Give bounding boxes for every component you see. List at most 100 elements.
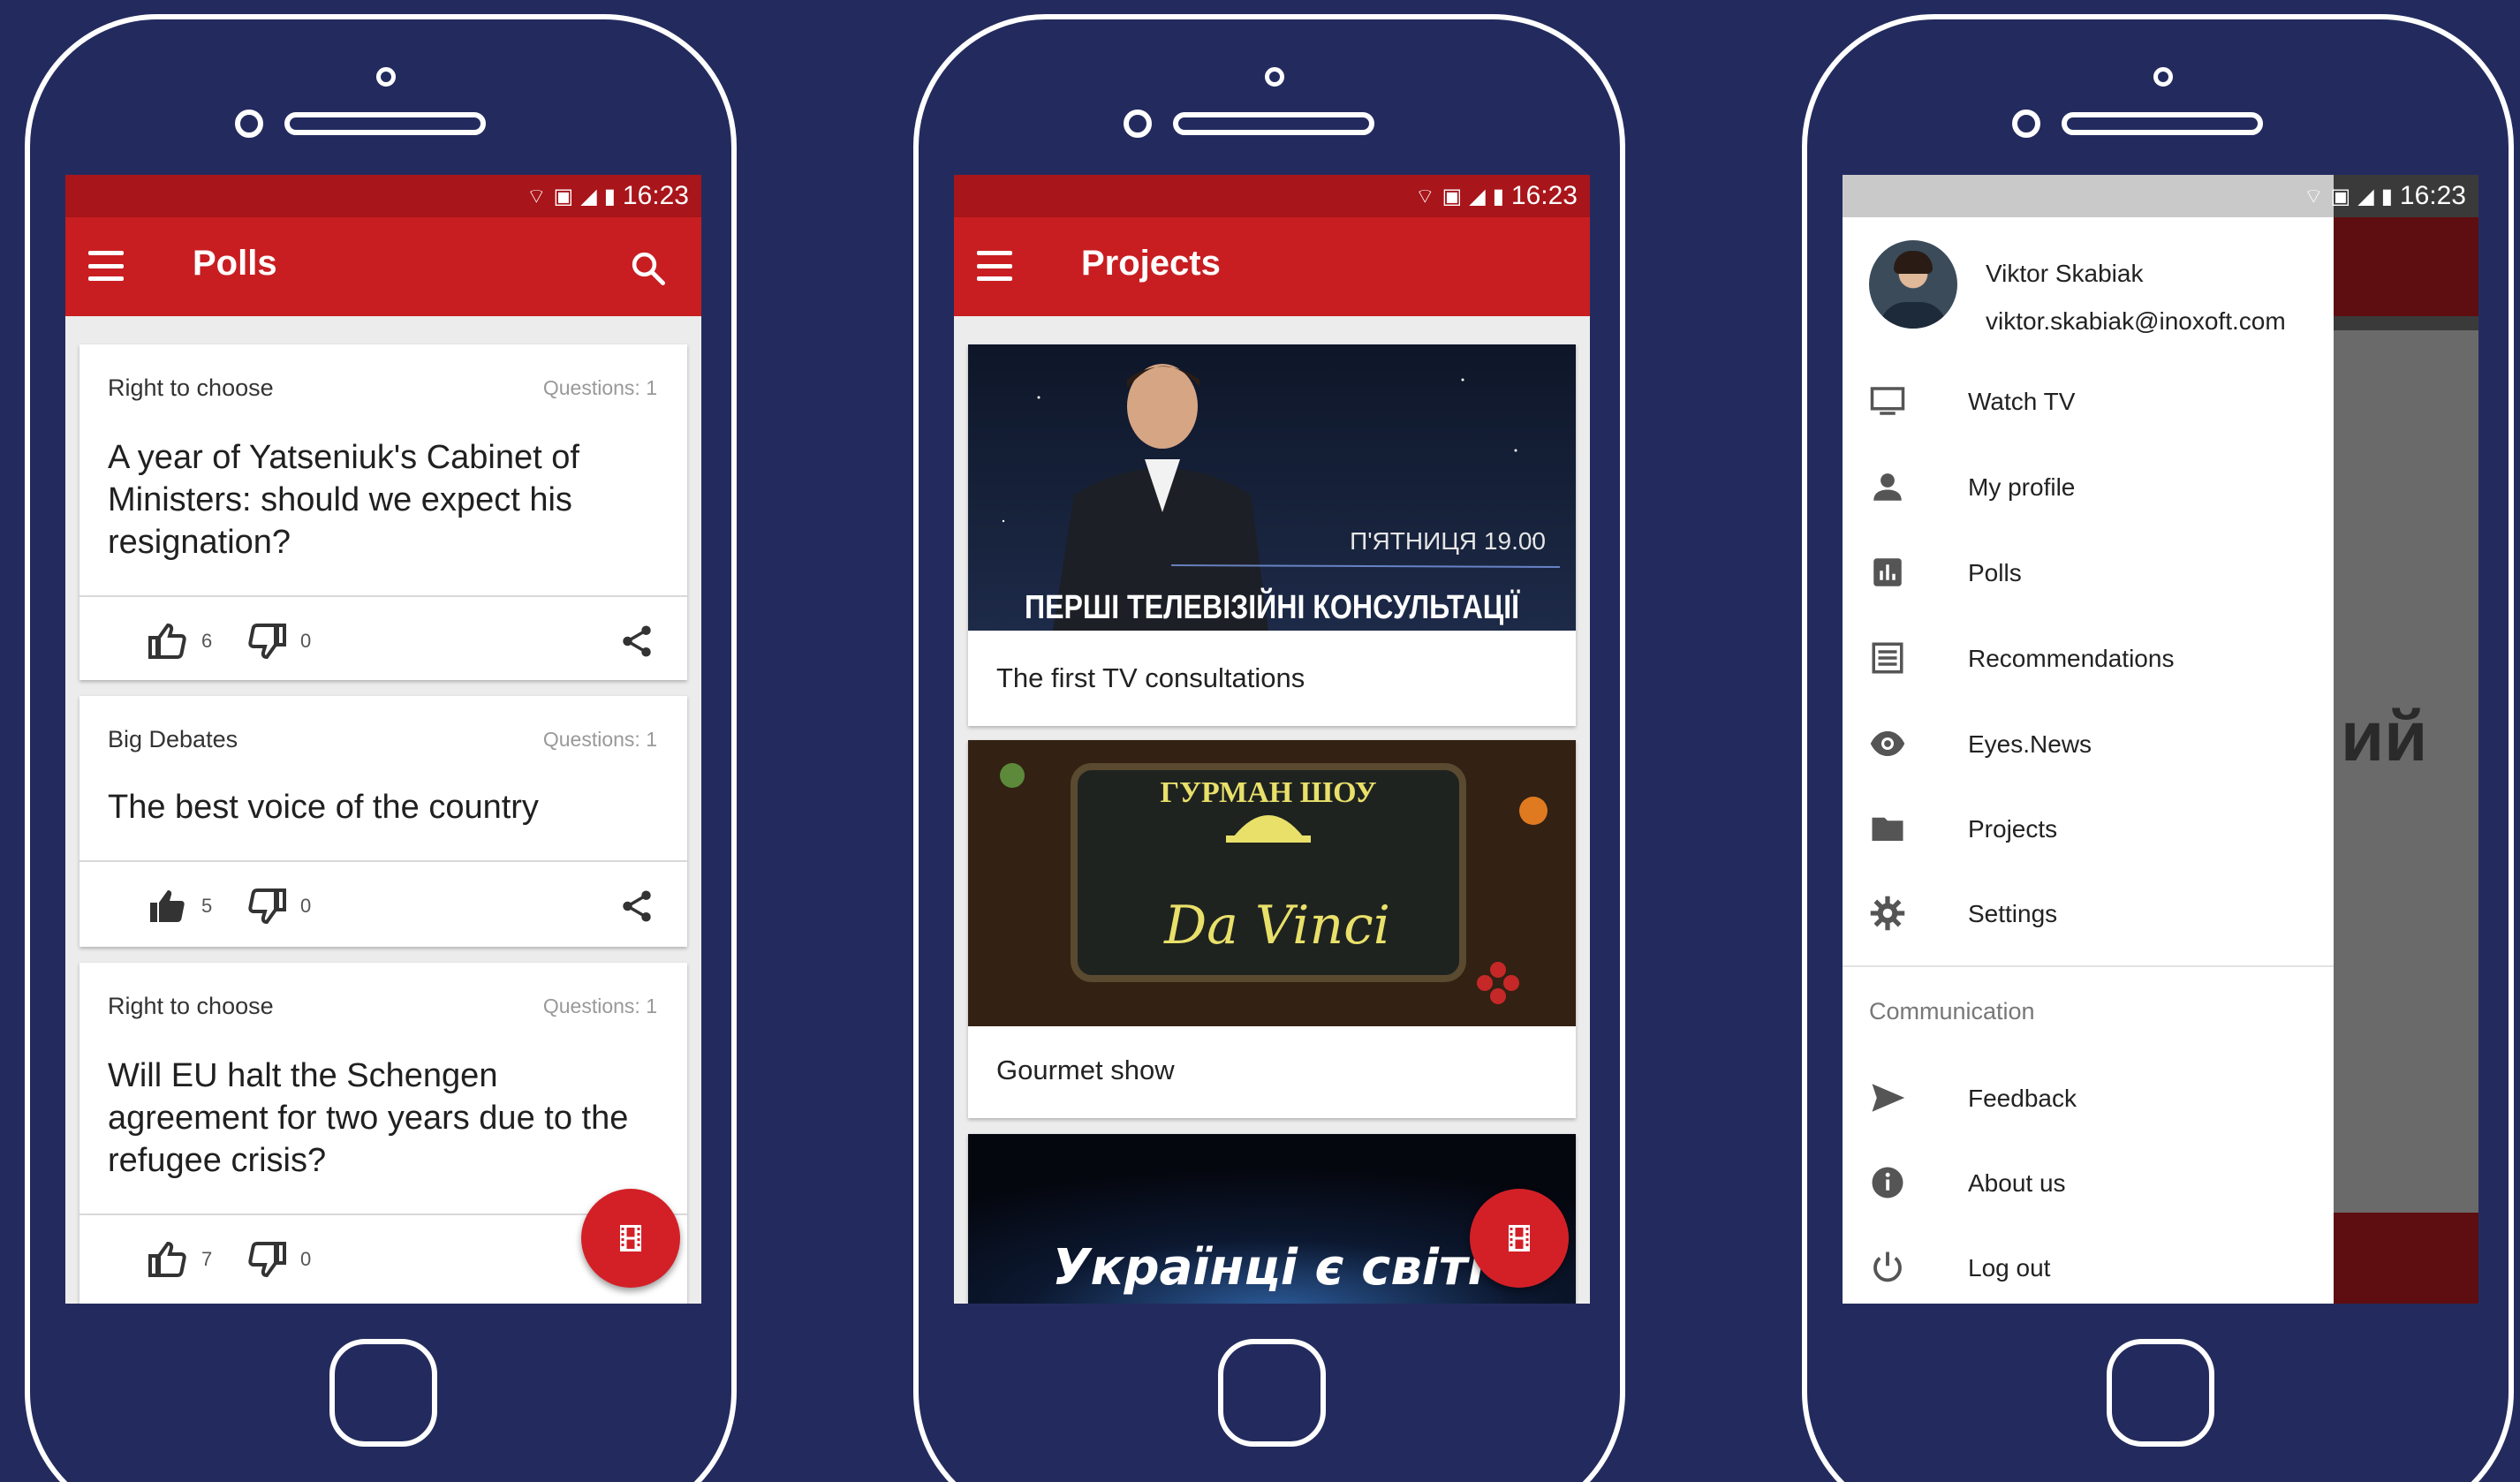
drawer-item-label: About us [1968,1169,2066,1197]
status-bar: ⌔ ▣ ◢ ▮ 16:23 [65,175,701,217]
poll-question: Will EU halt the Schengen agreement for … [108,1057,629,1179]
drawer-screen: ий Viktor Skabiak viktor.skabiak@inoxoft… [1843,175,2478,1304]
status-bar: ⌔ ▣ ◢ ▮ 16:23 [954,175,1590,217]
question-count: Questions: 1 [542,994,657,1017]
question-count: Questions: 1 [542,728,657,751]
front-camera [376,67,396,87]
signal-icon: ◢ [2357,184,2374,208]
polls-screen: ⌔ ▣ ◢ ▮ 16:23 Polls Right to choose Ques… [65,175,701,1304]
drawer-item-label: Recommendations [1968,645,2175,672]
project-card[interactable]: П'ЯТНИЦЯ 19.00 ПЕРШІ ТЕЛЕВІЗІЙНІ КОНСУЛЬ… [968,344,1576,726]
battery-icon: ▮ [2380,184,2393,208]
home-button[interactable] [329,1339,437,1447]
section-heading: Communication [1869,998,2035,1025]
drawer-item-label: Log out [1968,1254,2051,1282]
poll-category: Right to choose [108,374,274,401]
home-button[interactable] [1218,1339,1326,1447]
video-fab-button[interactable] [581,1189,680,1288]
wifi-icon: ⌔ [2303,185,2324,208]
drawer-item-label: My profile [1968,473,2076,501]
share-icon[interactable] [618,887,655,926]
drawer-item-label: Watch TV [1968,388,2076,415]
dislike-count: 0 [300,895,312,917]
battery-icon: ▮ [603,184,616,208]
camera-lens [1124,110,1152,138]
search-icon[interactable] [629,249,666,286]
poll-icon [1873,558,1902,586]
poll-card[interactable]: Big Debates Questions: 1 The best voice … [79,696,687,947]
like-count: 7 [201,1248,213,1270]
poll-actions: 5 0 [79,860,687,947]
sim-icon: ▣ [553,184,574,208]
dislike-count: 0 [300,1248,312,1270]
sim-icon: ▣ [2330,184,2351,208]
share-icon[interactable] [618,622,655,661]
info-icon [1872,1167,1903,1198]
project-banner: ПЕРШІ ТЕЛЕВІЗІЙНІ КОНСУЛЬТАЦІЇ [1025,586,1520,626]
drawer-divider [1843,965,2334,967]
user-email: viktor.skabiak@inoxoft.com [1986,307,2286,335]
like-count: 6 [201,630,213,652]
drawer-item-eyes-news[interactable]: Eyes.News [1843,707,2334,778]
earpiece-speaker [284,112,486,135]
user-name: Viktor Skabiak [1986,260,2144,287]
send-icon [1872,1084,1905,1112]
drawer-item-about-us[interactable]: About us [1843,1146,2334,1217]
camera-lens [2012,110,2040,138]
like-button[interactable]: 6 [147,622,212,661]
thumbs-up-filled-icon [150,890,185,922]
gear-icon [1870,896,1905,931]
drawer-item-my-profile[interactable]: My profile [1843,450,2334,521]
projects-screen: ⌔ ▣ ◢ ▮ 16:23 Projects П'ЯТНИЦЯ 19.00 ПЕ… [954,175,1590,1304]
app-bar: Polls [65,217,701,316]
project-schedule: П'ЯТНИЦЯ 19.00 [1350,527,1546,555]
drawer-item-label: Eyes.News [1968,730,2092,758]
menu-icon[interactable] [977,251,1012,281]
menu-icon[interactable] [88,251,124,281]
dislike-button[interactable]: 0 [246,887,311,926]
list-icon [1872,642,1903,674]
drawer-item-polls[interactable]: Polls [1843,536,2334,607]
thumbs-up-icon [148,623,186,659]
camera-lens [235,110,263,138]
drawer-item-label: Polls [1968,559,2022,586]
drawer-item-settings[interactable]: Settings [1843,877,2334,948]
folder-icon [1872,817,1903,841]
tv-icon [1870,387,1905,415]
app-bar: Projects [954,217,1590,316]
drawer-item-feedback[interactable]: Feedback [1843,1062,2334,1132]
drawer-item-projects[interactable]: Projects [1843,792,2334,863]
dislike-count: 0 [300,630,312,652]
project-banner: Українці є світі [1052,1239,1485,1297]
background-partial-text: ий [2341,697,2428,775]
project-caption: Gourmet show [996,1055,1175,1085]
poll-card[interactable]: Right to choose Questions: 1 A year of Y… [79,344,687,680]
drawer-item-log-out[interactable]: Log out [1843,1231,2334,1302]
like-button[interactable]: 5 [147,887,212,926]
thumbs-down-icon [248,624,286,660]
drawer-item-label: Projects [1968,815,2058,843]
thumbs-down-icon [248,888,286,925]
dislike-button[interactable]: 0 [246,1240,311,1279]
home-button[interactable] [2107,1339,2214,1447]
film-icon [620,1225,641,1251]
drawer-item-label: Settings [1968,900,2058,927]
drawer-item-watch-tv[interactable]: Watch TV [1843,365,2334,435]
phone-frame-polls: ⌔ ▣ ◢ ▮ 16:23 Polls Right to choose Ques… [25,14,737,1482]
navigation-drawer: Viktor Skabiak viktor.skabiak@inoxoft.co… [1843,175,2334,1304]
person-icon [1873,473,1902,501]
avatar[interactable] [1869,240,1957,329]
drawer-item-label: Feedback [1968,1085,2077,1112]
project-card[interactable]: ГУРМАН ШОУ Da Vinci Gourmet show [968,740,1576,1118]
wifi-icon: ⌔ [526,185,547,208]
drawer-item-recommendations[interactable]: Recommendations [1843,622,2334,692]
status-bar: ⌔ ▣ ◢ ▮ 16:23 [2304,175,2478,217]
video-fab-button[interactable] [1470,1189,1569,1288]
poll-question: The best voice of the country [108,789,539,826]
like-button[interactable]: 7 [147,1240,212,1279]
front-camera [1265,67,1284,87]
power-icon [1873,1251,1902,1282]
like-count: 5 [201,895,213,917]
status-time: 16:23 [1510,181,1578,210]
dislike-button[interactable]: 0 [246,622,311,661]
